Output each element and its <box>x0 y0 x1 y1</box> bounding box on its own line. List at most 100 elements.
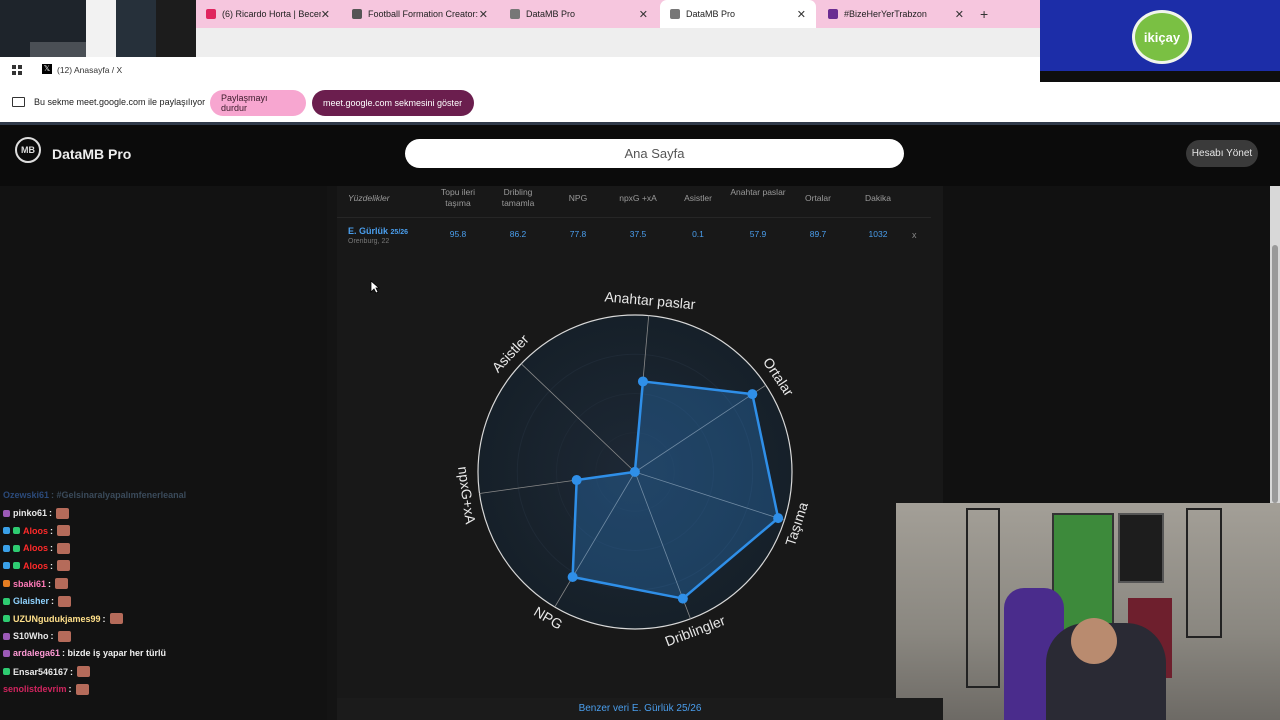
chat-message: Aloos: <box>3 542 71 554</box>
chat-emote-icon <box>57 525 71 537</box>
similar-data-link[interactable]: Benzer veri E. Gürlük 25/26 <box>337 698 943 720</box>
chat-text: : bizde iş yapar her türlü <box>62 648 167 659</box>
chat-username[interactable]: S10Who <box>13 631 49 641</box>
streamer-webcam <box>896 503 1280 720</box>
search-input[interactable]: Ana Sayfa <box>405 139 904 168</box>
table-column-header[interactable]: Asistler <box>668 193 728 204</box>
table-cell-value: 86.2 <box>509 229 527 239</box>
tab-favicon-icon <box>352 9 362 19</box>
webcam-chalkboard <box>1118 513 1164 583</box>
chat-username[interactable]: sbaki61 <box>13 579 46 589</box>
table-column-header[interactable]: Anahtar paslar <box>728 187 788 198</box>
chat-text: : #Gelsinaralyapalımfenerleanal <box>51 490 187 500</box>
datamb-logo-icon: MB <box>15 137 41 163</box>
chat-text: : <box>50 525 54 536</box>
table-cell-value: 1032 <box>868 229 888 239</box>
chat-badge-icon <box>3 597 10 605</box>
manage-account-button[interactable]: Hesabı Yönet <box>1186 140 1258 167</box>
table-column-header[interactable]: Topu ileri taşıma <box>428 187 488 209</box>
table-column-header[interactable]: NPG <box>548 193 608 204</box>
table-cell-value: 89.7 <box>809 229 827 239</box>
screen-share-icon <box>12 97 25 107</box>
tab-title: (6) Ricardo Horta | Becerileri ve İ <box>222 9 321 19</box>
app-title[interactable]: DataMB Pro <box>52 146 131 162</box>
scrollbar-thumb[interactable] <box>1272 245 1278 503</box>
chat-username[interactable]: UZUNgudukjames99 <box>13 614 101 624</box>
bookmark-x-home[interactable]: (12) Anasayfa / X <box>57 65 122 75</box>
chat-badge-icon <box>13 562 20 570</box>
show-meet-tab-button[interactable]: meet.google.com sekmesini göster <box>312 90 474 116</box>
table-column-header[interactable]: Ortalar <box>788 193 848 204</box>
webcam-shelf-left <box>966 508 1000 688</box>
chat-username[interactable]: Aloos <box>23 561 48 571</box>
table-column-header[interactable]: Dribling tamamla <box>488 187 548 209</box>
table-column-header[interactable]: npxG +xA <box>608 193 668 204</box>
chat-text: : <box>51 596 55 607</box>
chat-emote-icon <box>56 507 70 519</box>
table-cell-value: 57.9 <box>749 229 767 239</box>
chat-username[interactable]: Glaisher <box>13 596 49 606</box>
chat-text: : <box>48 578 52 589</box>
table-cell-value: 95.8 <box>449 229 467 239</box>
chat-text: : <box>50 543 54 554</box>
table-column-header[interactable]: Dakika <box>848 193 908 204</box>
browser-tab[interactable]: #BizeHerYerTrabzon ✕ <box>818 0 974 28</box>
chat-emote-icon <box>57 560 71 572</box>
tab-title: Football Formation Creator: Re <box>368 9 479 19</box>
browser-tab[interactable]: (6) Ricardo Horta | Becerileri ve İ✕ <box>196 0 340 28</box>
chat-badge-icon <box>3 580 10 587</box>
chat-message: Ozewski61: #Gelsinaralyapalımfenerleanal <box>3 490 186 500</box>
chat-message: Aloos: <box>3 525 71 537</box>
chat-message: Aloos: <box>3 560 71 572</box>
browser-tab[interactable]: DataMB Pro ✕ <box>500 0 658 28</box>
tab-close-icon[interactable]: ✕ <box>955 8 964 21</box>
tab-favicon-icon <box>828 9 838 19</box>
chat-badge-icon <box>3 509 10 517</box>
radar-data-point <box>567 572 578 583</box>
chat-username[interactable]: Aloos <box>23 526 48 536</box>
chat-badge-icon <box>3 544 10 552</box>
chat-text: : <box>102 613 106 624</box>
bookmarks-bar: 𝕏 (12) Anasayfa / X <box>0 57 1040 82</box>
stop-sharing-button[interactable]: Paylaşmayı durdur <box>210 90 306 116</box>
radar-data-point <box>637 376 648 387</box>
chat-badge-icon <box>13 527 20 535</box>
chat-message: pinko61: <box>3 507 70 519</box>
chat-text: : <box>68 684 72 695</box>
remove-player-button[interactable]: x <box>912 230 917 240</box>
tab-close-icon[interactable]: ✕ <box>797 8 806 21</box>
chat-message: Glaisher: <box>3 595 72 607</box>
radar-data-point <box>747 389 758 400</box>
tab-close-icon[interactable]: ✕ <box>639 8 648 21</box>
chat-username[interactable]: pinko61 <box>13 508 47 518</box>
new-tab-button[interactable]: + <box>980 6 988 22</box>
chat-message: Ensar546167: <box>3 666 91 677</box>
chat-message: UZUNgudukjames99: <box>3 613 123 625</box>
chat-emote-icon <box>77 666 91 677</box>
chat-username[interactable]: Ensar546167 <box>13 667 68 677</box>
player-club: Orenburg, 22 <box>348 238 390 245</box>
tab-close-icon[interactable]: ✕ <box>479 8 488 21</box>
chat-badge-icon <box>3 615 10 623</box>
thumbnail-dark-area <box>156 0 196 57</box>
tab-title: DataMB Pro <box>526 9 576 19</box>
radar-chart: Anahtar paslarOrtalarTaşımaDriblinglerNP… <box>455 288 811 649</box>
thumbnail-window <box>86 0 116 57</box>
chat-text: : <box>49 508 53 519</box>
player-name-link[interactable]: E. Gürlük 25/26 <box>348 226 408 236</box>
chat-badge-icon <box>3 668 10 675</box>
chat-username[interactable]: senolistdevrim <box>3 684 67 694</box>
browser-tab[interactable]: DataMB Pro ✕ <box>660 0 816 28</box>
tab-close-icon[interactable]: ✕ <box>321 8 330 21</box>
tab-favicon-icon <box>670 9 680 19</box>
chat-username[interactable]: Aloos <box>23 543 48 553</box>
chat-username[interactable]: Ozewski61 <box>3 490 49 500</box>
webcam-shelf-right <box>1186 508 1222 638</box>
radar-axis-label: npxG+xA <box>455 465 479 525</box>
x-logo-icon: 𝕏 <box>42 64 52 74</box>
chat-emote-icon <box>57 542 71 554</box>
chat-username[interactable]: ardalega61 <box>13 648 60 658</box>
browser-tab[interactable]: Football Formation Creator: Re✕ <box>342 0 498 28</box>
chat-message: senolistdevrim: <box>3 683 89 695</box>
apps-grid-icon[interactable] <box>12 65 22 75</box>
